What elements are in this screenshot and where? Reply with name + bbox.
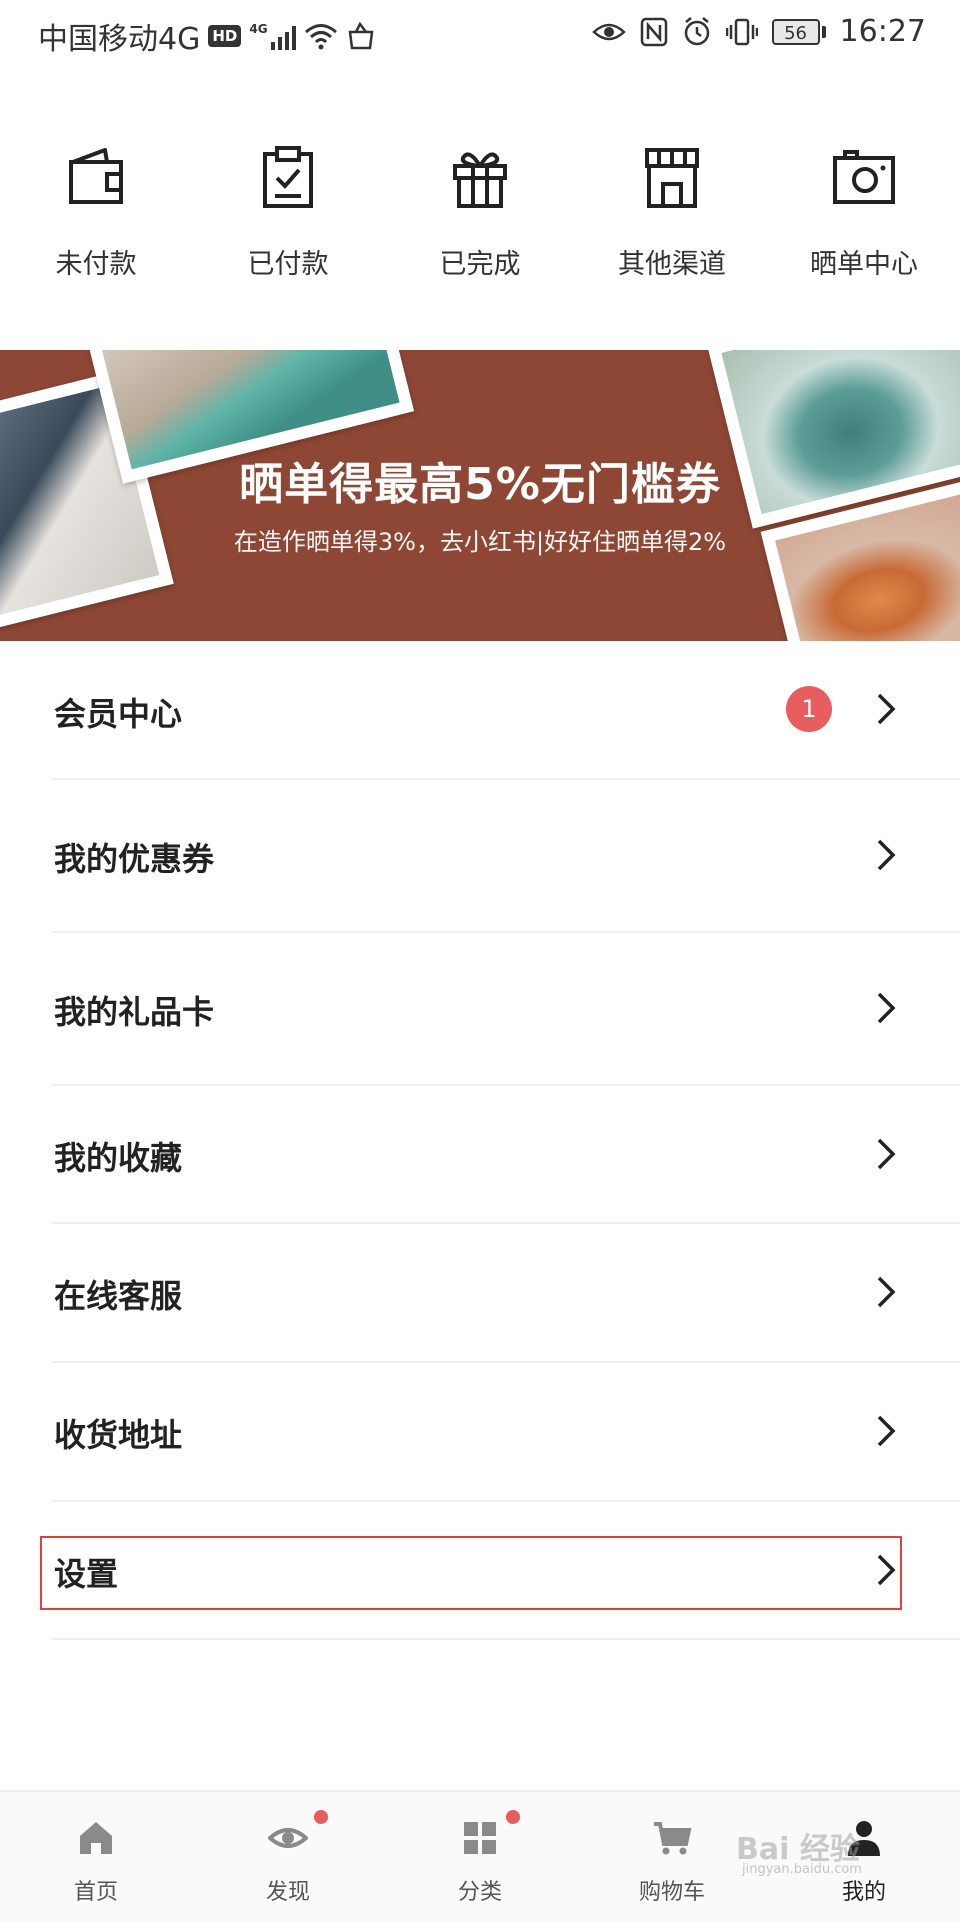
order-completed-label: 已完成 <box>439 249 521 280</box>
tab-label: 购物车 <box>638 1880 705 1905</box>
menu-label: 我的优惠券 <box>54 840 215 878</box>
alarm-icon <box>684 16 709 45</box>
chevron-right-icon <box>877 693 896 725</box>
order-unpaid-label: 未付款 <box>55 249 137 280</box>
eye-icon <box>268 1828 308 1848</box>
menu-label: 我的收藏 <box>54 1139 183 1177</box>
status-left: 中国移动4G HD 4G <box>38 14 376 58</box>
tab-discover[interactable]: 发现 <box>192 1792 384 1922</box>
notification-dot <box>506 1810 520 1824</box>
chevron-right-icon <box>877 992 896 1024</box>
menu-label: 收货地址 <box>54 1416 183 1454</box>
wifi-icon <box>304 24 337 50</box>
menu-label: 在线客服 <box>54 1277 183 1315</box>
tab-label: 发现 <box>265 1880 310 1905</box>
network-type: 4G <box>249 22 268 36</box>
storefront-icon <box>645 148 699 208</box>
vibrate-icon <box>725 18 758 45</box>
hd-icon: HD <box>208 25 242 47</box>
clipboard-check-icon <box>263 146 313 208</box>
battery-level: 56 <box>771 18 820 45</box>
eye-comfort-icon <box>591 23 626 40</box>
order-unpaid[interactable]: 未付款 <box>0 130 192 290</box>
menu-member-center[interactable]: 会员中心 1 <box>0 641 960 777</box>
grid-icon <box>464 1822 496 1854</box>
notification-badge: 1 <box>786 686 832 732</box>
tab-label: 我的 <box>841 1880 886 1905</box>
watermark-url: jingyan.baidu.com <box>742 1862 862 1877</box>
chevron-right-icon <box>877 1276 896 1308</box>
wallet-icon <box>69 148 123 204</box>
tab-label: 首页 <box>73 1880 118 1905</box>
clock: 16:27 <box>839 14 926 49</box>
banner-subtitle: 在造作晒单得3%，去小红书|好好住晒单得2% <box>233 528 727 556</box>
settings-highlight-box <box>40 1536 902 1610</box>
bag-icon <box>348 22 373 50</box>
battery-icon: 56 <box>771 18 826 45</box>
signal-icon: 4G <box>249 22 296 50</box>
tab-label: 分类 <box>457 1880 502 1905</box>
tab-home[interactable]: 首页 <box>0 1792 192 1922</box>
camera-icon <box>833 150 895 204</box>
menu-label: 我的礼品卡 <box>54 993 215 1031</box>
menu-customer-service[interactable]: 在线客服 <box>0 1224 960 1361</box>
chevron-right-icon <box>877 839 896 871</box>
divider <box>52 1638 960 1640</box>
order-completed[interactable]: 已完成 <box>384 130 576 290</box>
order-other-channels[interactable]: 其他渠道 <box>576 130 768 290</box>
banner-title: 晒单得最高5%无门槛券 <box>239 459 721 510</box>
order-paid-label: 已付款 <box>247 249 329 280</box>
order-review-center-label: 晒单中心 <box>810 249 918 280</box>
status-right: 56 16:27 <box>591 14 926 49</box>
menu-coupons[interactable]: 我的优惠券 <box>0 780 960 930</box>
chevron-right-icon <box>877 1138 896 1170</box>
gift-icon <box>453 152 507 208</box>
order-status-row: 未付款 已付款 已完成 其他渠道 晒单中心 <box>0 130 960 290</box>
carrier-text: 中国移动4G <box>38 22 201 57</box>
status-bar: 中国移动4G HD 4G 56 16:27 <box>0 0 960 66</box>
tab-category[interactable]: 分类 <box>384 1792 576 1922</box>
menu-shipping-address[interactable]: 收货地址 <box>0 1363 960 1500</box>
chevron-right-icon <box>877 1415 896 1447</box>
menu-favorites[interactable]: 我的收藏 <box>0 1086 960 1223</box>
promo-banner[interactable]: 晒单得最高5%无门槛券 在造作晒单得3%，去小红书|好好住晒单得2% <box>0 350 960 641</box>
home-icon <box>80 1822 112 1854</box>
order-review-center[interactable]: 晒单中心 <box>768 130 960 290</box>
notification-dot <box>314 1810 328 1824</box>
order-paid[interactable]: 已付款 <box>192 130 384 290</box>
nfc-icon <box>640 17 667 46</box>
cart-icon <box>654 1822 692 1855</box>
order-other-channels-label: 其他渠道 <box>618 249 726 280</box>
menu-label: 会员中心 <box>54 695 183 733</box>
menu-gift-cards[interactable]: 我的礼品卡 <box>0 933 960 1083</box>
